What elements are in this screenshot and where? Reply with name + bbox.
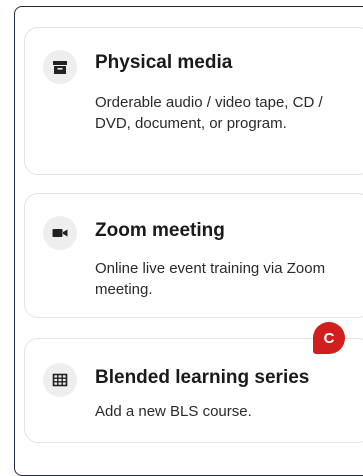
option-title: Zoom meeting xyxy=(95,220,225,241)
option-card-zoom-meeting[interactable]: Zoom meeting Online live event training … xyxy=(24,193,363,318)
archive-box-icon xyxy=(43,50,77,84)
option-card-physical-media[interactable]: Physical media Orderable audio / video t… xyxy=(24,27,363,175)
option-title: Physical media xyxy=(95,52,233,73)
callout-badge: C xyxy=(313,322,345,354)
grid-table-icon xyxy=(43,363,77,397)
option-description: Online live event training via Zoom meet… xyxy=(95,260,326,298)
option-description: Add a new BLS course. xyxy=(95,403,252,420)
option-title: Blended learning series xyxy=(95,367,310,388)
option-card-blended-learning[interactable]: Blended learning series Add a new BLS co… xyxy=(24,338,363,443)
video-camera-icon xyxy=(43,216,77,250)
option-description: Orderable audio / video tape, CD / DVD, … xyxy=(95,94,323,132)
